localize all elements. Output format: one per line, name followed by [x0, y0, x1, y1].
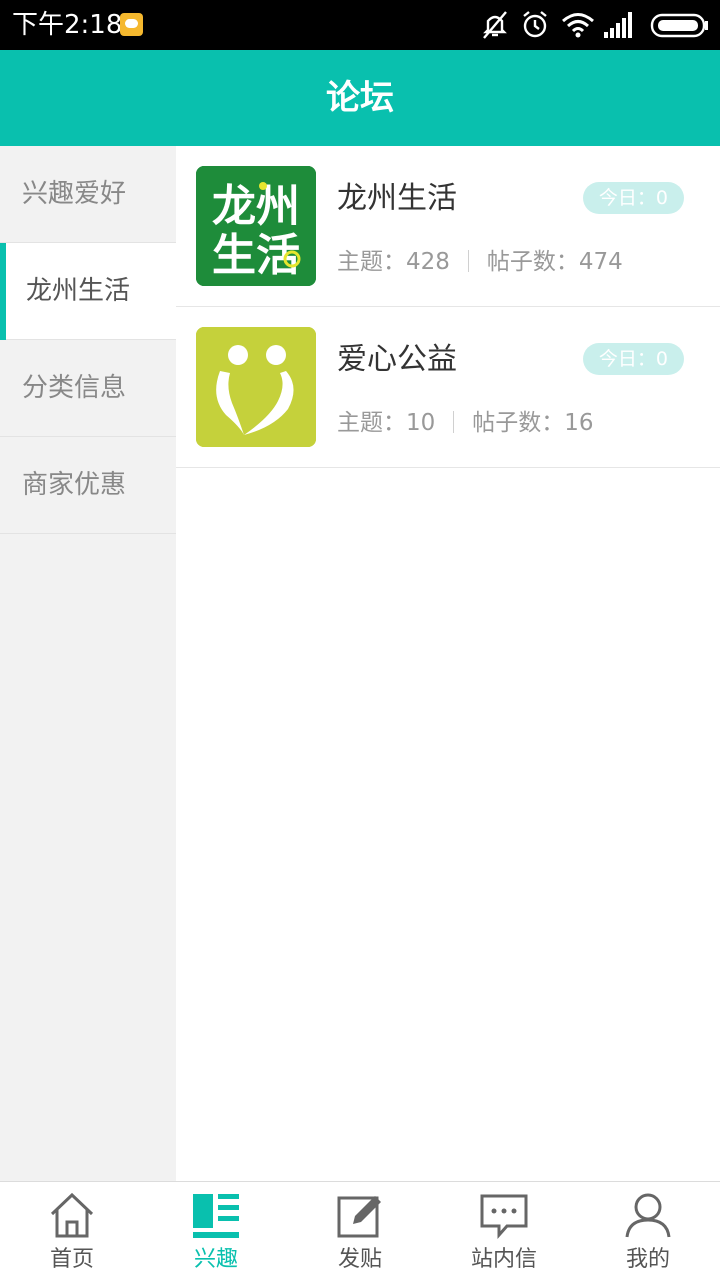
today-count-badge: 今日：0	[582, 343, 684, 375]
stats-divider	[453, 411, 455, 433]
sidebar-item-label: 龙州生活	[26, 276, 131, 306]
post-count: 帖子数：16	[472, 410, 594, 436]
status-bar: 下午2:18	[0, 0, 720, 50]
topic-count: 主题：428	[337, 249, 450, 275]
tab-label: 发贴	[337, 1247, 382, 1272]
forum-name: 爱心公益	[337, 342, 457, 377]
tab-profile[interactable]: 我的	[576, 1182, 720, 1280]
battery-icon	[650, 13, 708, 38]
app-header: 论坛	[0, 50, 720, 146]
signal-icon	[604, 12, 632, 38]
wifi-icon	[562, 13, 594, 38]
sidebar-item-label: 分类信息	[22, 373, 127, 403]
active-indicator	[0, 243, 6, 340]
forum-item-charity[interactable]: 爱心公益 今日：0 主题：10 帖子数：16	[176, 307, 720, 468]
compose-icon	[337, 1196, 381, 1238]
interest-list-icon	[193, 1194, 239, 1238]
page-title: 论坛	[326, 78, 394, 118]
forum-name: 龙州生活	[337, 181, 457, 216]
forum-list: 龙州 生活 龙州生活 今日：0 主题：428 帖子数：474 爱心公益 今日：0 …	[176, 146, 720, 1181]
today-count-badge: 今日：0	[582, 182, 684, 214]
longzhou-life-logo: 龙州 生活	[196, 166, 316, 286]
sidebar-item-hobbies[interactable]: 兴趣爱好	[0, 146, 176, 243]
message-notification-icon	[120, 13, 143, 36]
sidebar-item-merchant-deals[interactable]: 商家优惠	[0, 437, 176, 534]
forum-stats: 主题：10 帖子数：16	[337, 407, 594, 439]
post-count: 帖子数：474	[486, 249, 623, 275]
tab-label: 我的	[625, 1247, 670, 1272]
bottom-tab-bar: 首页 兴趣 发贴 站内信 我的	[0, 1181, 720, 1280]
alarm-icon	[523, 11, 547, 38]
status-time: 下午2:18	[12, 10, 123, 40]
profile-icon	[625, 1193, 671, 1238]
stats-divider	[467, 250, 469, 272]
charity-heart-logo	[196, 327, 316, 447]
tab-label: 兴趣	[193, 1247, 238, 1272]
sidebar-item-label: 商家优惠	[22, 470, 127, 500]
tab-messages[interactable]: 站内信	[432, 1182, 576, 1280]
tab-label: 首页	[49, 1247, 94, 1272]
forum-item-longzhou-life[interactable]: 龙州 生活 龙州生活 今日：0 主题：428 帖子数：474	[176, 146, 720, 307]
message-icon	[480, 1194, 528, 1239]
tab-compose[interactable]: 发贴	[288, 1182, 432, 1280]
sidebar-item-label: 兴趣爱好	[22, 179, 127, 209]
tab-interest[interactable]: 兴趣	[144, 1182, 288, 1280]
sidebar-item-longzhou-life[interactable]: 龙州生活	[0, 243, 176, 340]
sidebar-item-classifieds[interactable]: 分类信息	[0, 340, 176, 437]
home-icon	[50, 1192, 94, 1238]
tab-label: 站内信	[470, 1247, 537, 1272]
category-sidebar: 兴趣爱好 龙州生活 分类信息 商家优惠	[0, 146, 176, 1181]
forum-stats: 主题：428 帖子数：474	[337, 246, 623, 278]
topic-count: 主题：10	[337, 410, 436, 436]
tab-home[interactable]: 首页	[0, 1182, 144, 1280]
svg-text:龙州: 龙州	[212, 181, 300, 232]
mute-icon	[483, 11, 507, 39]
